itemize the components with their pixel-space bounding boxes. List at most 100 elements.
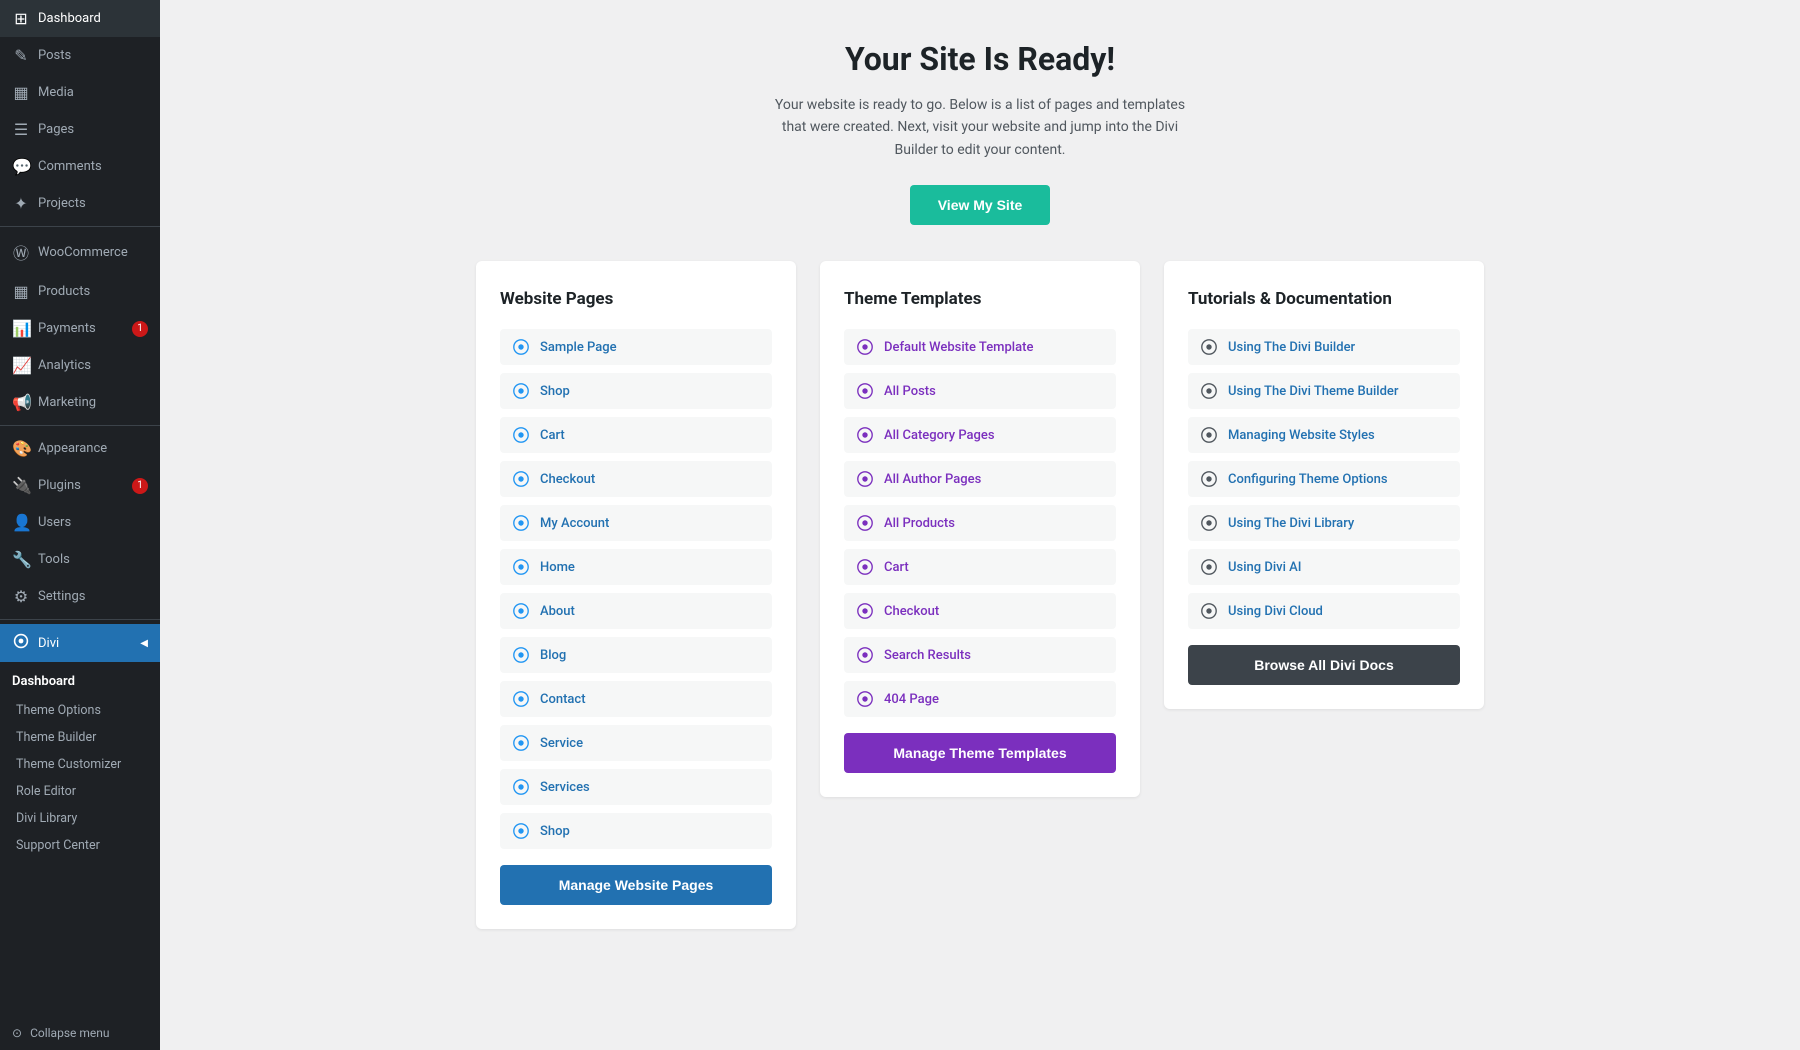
page-link-icon-about	[512, 602, 530, 620]
page-link-contact[interactable]: Contact	[500, 681, 772, 717]
divi-submenu-theme-customizer[interactable]: Theme Customizer	[0, 751, 160, 778]
page-link-sample-page[interactable]: Sample Page	[500, 329, 772, 365]
manage-theme-templates-button[interactable]: Manage Theme Templates	[844, 733, 1116, 773]
page-link-about[interactable]: About	[500, 593, 772, 629]
comments-icon: 💬	[12, 157, 30, 176]
page-link-cart[interactable]: Cart	[500, 417, 772, 453]
tutorial-link-website-styles[interactable]: Managing Website Styles	[1188, 417, 1460, 453]
tutorial-link-theme-builder[interactable]: Using The Divi Theme Builder	[1188, 373, 1460, 409]
collapse-menu-button[interactable]: ⊙ Collapse menu	[0, 1016, 160, 1050]
template-link-default[interactable]: Default Website Template	[844, 329, 1116, 365]
sidebar-item-divi[interactable]: Divi ◀	[0, 624, 160, 662]
collapse-icon: ⊙	[12, 1026, 22, 1040]
template-link-all-products[interactable]: All Products	[844, 505, 1116, 541]
sidebar-item-settings[interactable]: ⚙ Settings	[0, 578, 160, 615]
view-my-site-button[interactable]: View My Site	[910, 185, 1051, 225]
hero-description: Your website is ready to go. Below is a …	[770, 94, 1190, 161]
browse-all-docs-button[interactable]: Browse All Divi Docs	[1188, 645, 1460, 685]
sidebar-item-tools[interactable]: 🔧 Tools	[0, 541, 160, 578]
sidebar-item-marketing[interactable]: 📢 Marketing	[0, 384, 160, 421]
sidebar-divider	[0, 226, 160, 227]
sidebar-label-payments: Payments	[38, 321, 96, 336]
sidebar-label-comments: Comments	[38, 159, 102, 174]
manage-website-pages-button[interactable]: Manage Website Pages	[500, 865, 772, 905]
page-link-icon-blog	[512, 646, 530, 664]
page-link-service[interactable]: Service	[500, 725, 772, 761]
template-link-checkout[interactable]: Checkout	[844, 593, 1116, 629]
main-content: Your Site Is Ready! Your website is read…	[160, 0, 1800, 1050]
tutorial-link-divi-builder[interactable]: Using The Divi Builder	[1188, 329, 1460, 365]
sidebar: ⊞ Dashboard ✎ Posts ▦ Media ☰ Pages 💬 Co…	[0, 0, 160, 1050]
sidebar-item-products[interactable]: ▦ Products	[0, 273, 160, 310]
sidebar-item-plugins[interactable]: 🔌 Plugins 1	[0, 467, 160, 504]
sidebar-label-pages: Pages	[38, 122, 74, 137]
template-link-all-posts[interactable]: All Posts	[844, 373, 1116, 409]
tutorial-link-divi-library[interactable]: Using The Divi Library	[1188, 505, 1460, 541]
tools-icon: 🔧	[12, 550, 30, 569]
sidebar-label-woocommerce: WooCommerce	[38, 245, 128, 260]
divi-submenu-theme-builder[interactable]: Theme Builder	[0, 724, 160, 751]
sidebar-label-projects: Projects	[38, 196, 86, 211]
page-link-checkout[interactable]: Checkout	[500, 461, 772, 497]
template-link-all-category[interactable]: All Category Pages	[844, 417, 1116, 453]
sidebar-item-payments[interactable]: 📊 Payments 1	[0, 310, 160, 347]
divi-submenu-header: Dashboard	[0, 666, 160, 697]
template-link-icon-products	[856, 514, 874, 532]
sidebar-divider-3	[0, 619, 160, 620]
sidebar-item-comments[interactable]: 💬 Comments	[0, 148, 160, 185]
payments-icon: 📊	[12, 319, 30, 338]
divi-submenu-theme-options[interactable]: Theme Options	[0, 697, 160, 724]
divi-submenu-role-editor[interactable]: Role Editor	[0, 778, 160, 805]
page-link-icon-shop2	[512, 822, 530, 840]
sidebar-item-pages[interactable]: ☰ Pages	[0, 111, 160, 148]
sidebar-item-posts[interactable]: ✎ Posts	[0, 37, 160, 74]
sidebar-item-woocommerce[interactable]: Ⓦ WooCommerce	[0, 231, 160, 273]
cards-row: Website Pages Sample Page Shop	[190, 261, 1770, 929]
tutorial-icon-website-styles	[1200, 426, 1218, 444]
analytics-icon: 📈	[12, 356, 30, 375]
sidebar-item-users[interactable]: 👤 Users	[0, 504, 160, 541]
tutorial-icon-divi-library	[1200, 514, 1218, 532]
tutorial-link-theme-options[interactable]: Configuring Theme Options	[1188, 461, 1460, 497]
sidebar-item-appearance[interactable]: 🎨 Appearance	[0, 430, 160, 467]
tutorial-link-divi-cloud[interactable]: Using Divi Cloud	[1188, 593, 1460, 629]
tutorial-icon-theme-options	[1200, 470, 1218, 488]
sidebar-item-projects[interactable]: ✦ Projects	[0, 185, 160, 222]
tutorials-card: Tutorials & Documentation Using The Divi…	[1164, 261, 1484, 709]
hero-section: Your Site Is Ready! Your website is read…	[190, 40, 1770, 225]
template-link-icon-checkout	[856, 602, 874, 620]
sidebar-label-marketing: Marketing	[38, 395, 96, 410]
collapse-label: Collapse menu	[30, 1026, 109, 1040]
sidebar-item-dashboard[interactable]: ⊞ Dashboard	[0, 0, 160, 37]
template-link-404[interactable]: 404 Page	[844, 681, 1116, 717]
template-link-icon-category	[856, 426, 874, 444]
tutorial-link-divi-ai[interactable]: Using Divi AI	[1188, 549, 1460, 585]
sidebar-label-divi: Divi	[38, 636, 59, 651]
sidebar-label-appearance: Appearance	[38, 441, 107, 456]
divi-submenu-divi-library[interactable]: Divi Library	[0, 805, 160, 832]
template-link-cart[interactable]: Cart	[844, 549, 1116, 585]
sidebar-divider-2	[0, 425, 160, 426]
marketing-icon: 📢	[12, 393, 30, 412]
settings-icon: ⚙	[12, 587, 30, 606]
page-link-blog[interactable]: Blog	[500, 637, 772, 673]
website-pages-card: Website Pages Sample Page Shop	[476, 261, 796, 929]
template-link-icon-all-posts	[856, 382, 874, 400]
page-link-my-account[interactable]: My Account	[500, 505, 772, 541]
page-link-icon-contact	[512, 690, 530, 708]
pages-icon: ☰	[12, 120, 30, 139]
divi-submenu-support-center[interactable]: Support Center	[0, 832, 160, 859]
users-icon: 👤	[12, 513, 30, 532]
page-link-shop2[interactable]: Shop	[500, 813, 772, 849]
page-link-icon-checkout	[512, 470, 530, 488]
sidebar-item-analytics[interactable]: 📈 Analytics	[0, 347, 160, 384]
projects-icon: ✦	[12, 194, 30, 213]
tutorial-icon-divi-ai	[1200, 558, 1218, 576]
page-link-shop[interactable]: Shop	[500, 373, 772, 409]
template-link-search[interactable]: Search Results	[844, 637, 1116, 673]
page-link-services[interactable]: Services	[500, 769, 772, 805]
page-link-home[interactable]: Home	[500, 549, 772, 585]
sidebar-item-media[interactable]: ▦ Media	[0, 74, 160, 111]
woocommerce-icon: Ⓦ	[12, 240, 30, 264]
template-link-all-author[interactable]: All Author Pages	[844, 461, 1116, 497]
